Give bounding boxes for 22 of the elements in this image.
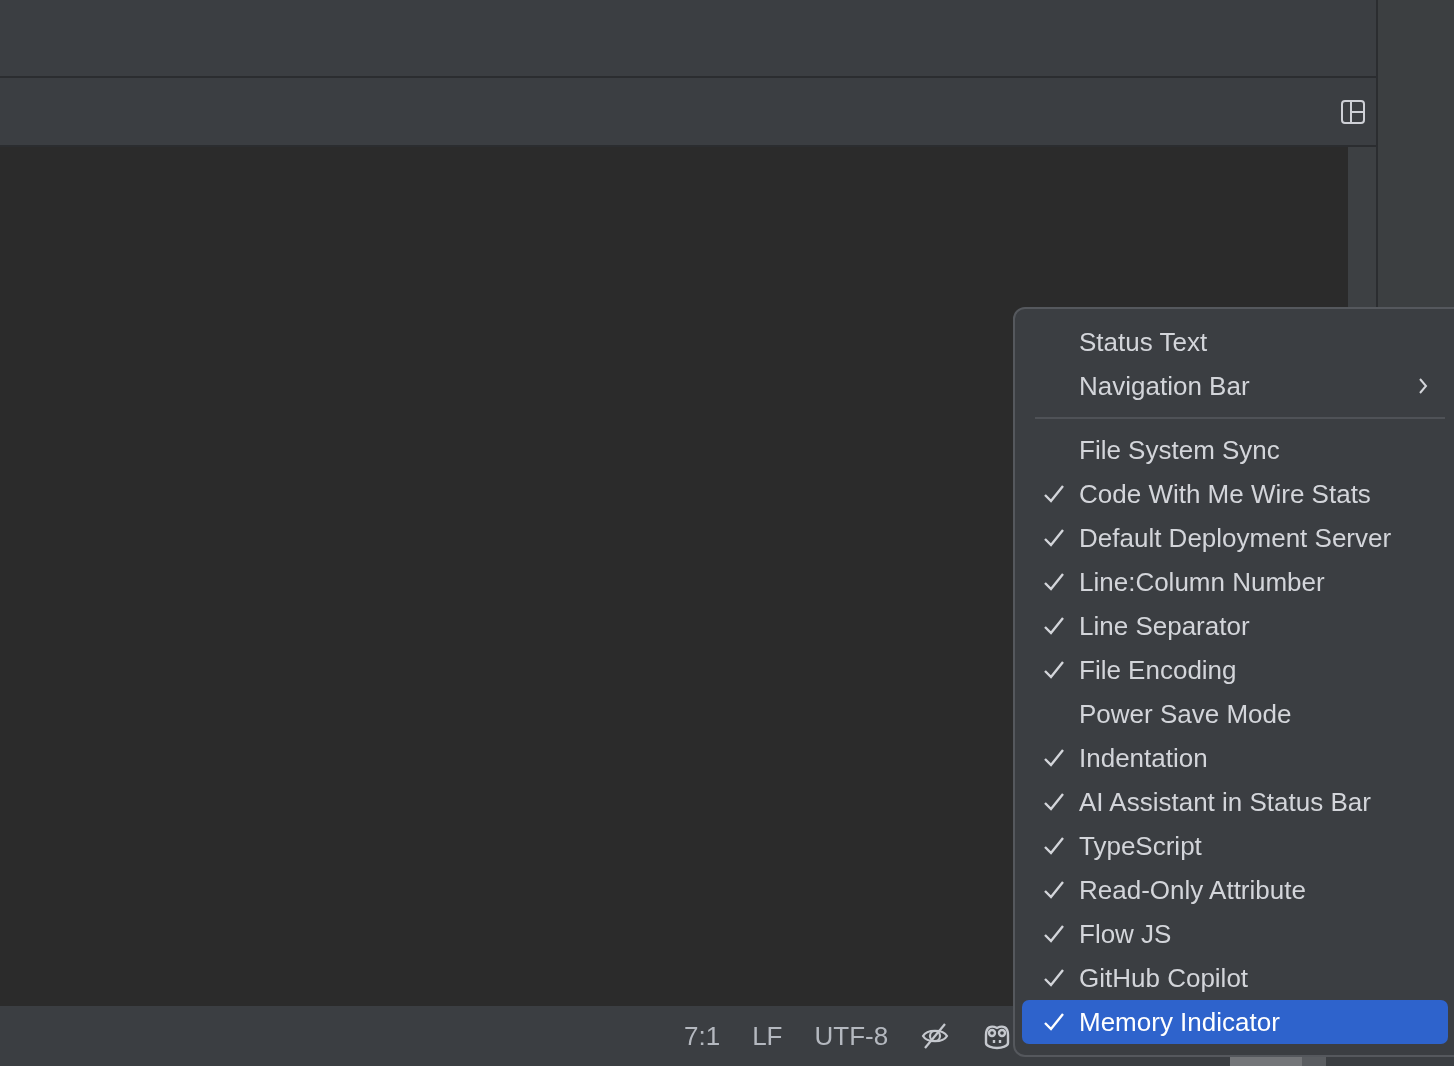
menu-item[interactable]: Read-Only Attribute <box>1022 868 1448 912</box>
menu-item[interactable]: Indentation <box>1022 736 1448 780</box>
menu-item[interactable]: Status Text <box>1022 320 1448 364</box>
menu-item[interactable]: GitHub Copilot <box>1022 956 1448 1000</box>
menu-item[interactable]: Power Save Mode <box>1022 692 1448 736</box>
menu-item[interactable]: Line Separator <box>1022 604 1448 648</box>
menu-item[interactable]: Memory Indicator <box>1022 1000 1448 1044</box>
menu-item[interactable]: Navigation Bar <box>1022 364 1448 408</box>
menu-item[interactable]: AI Assistant in Status Bar <box>1022 780 1448 824</box>
menu-item[interactable]: File Encoding <box>1022 648 1448 692</box>
status-bar-item[interactable]: UTF-8 <box>798 1020 905 1052</box>
menu-item[interactable]: Flow JS <box>1022 912 1448 956</box>
menu-item[interactable]: Line:Column Number <box>1022 560 1448 604</box>
eye-slash-icon[interactable] <box>920 1021 951 1051</box>
menu-item[interactable]: File System Sync <box>1022 428 1448 472</box>
status-bar-item[interactable]: LF <box>736 1020 799 1052</box>
menu-item[interactable]: TypeScript <box>1022 824 1448 868</box>
menu-item[interactable]: Code With Me Wire Stats <box>1022 472 1448 516</box>
layout-icon[interactable] <box>1340 98 1366 125</box>
status-bar-item[interactable]: 7:1 <box>668 1020 737 1052</box>
menu-item[interactable]: Default Deployment Server <box>1022 516 1448 560</box>
chevron-right-icon <box>1418 377 1428 395</box>
